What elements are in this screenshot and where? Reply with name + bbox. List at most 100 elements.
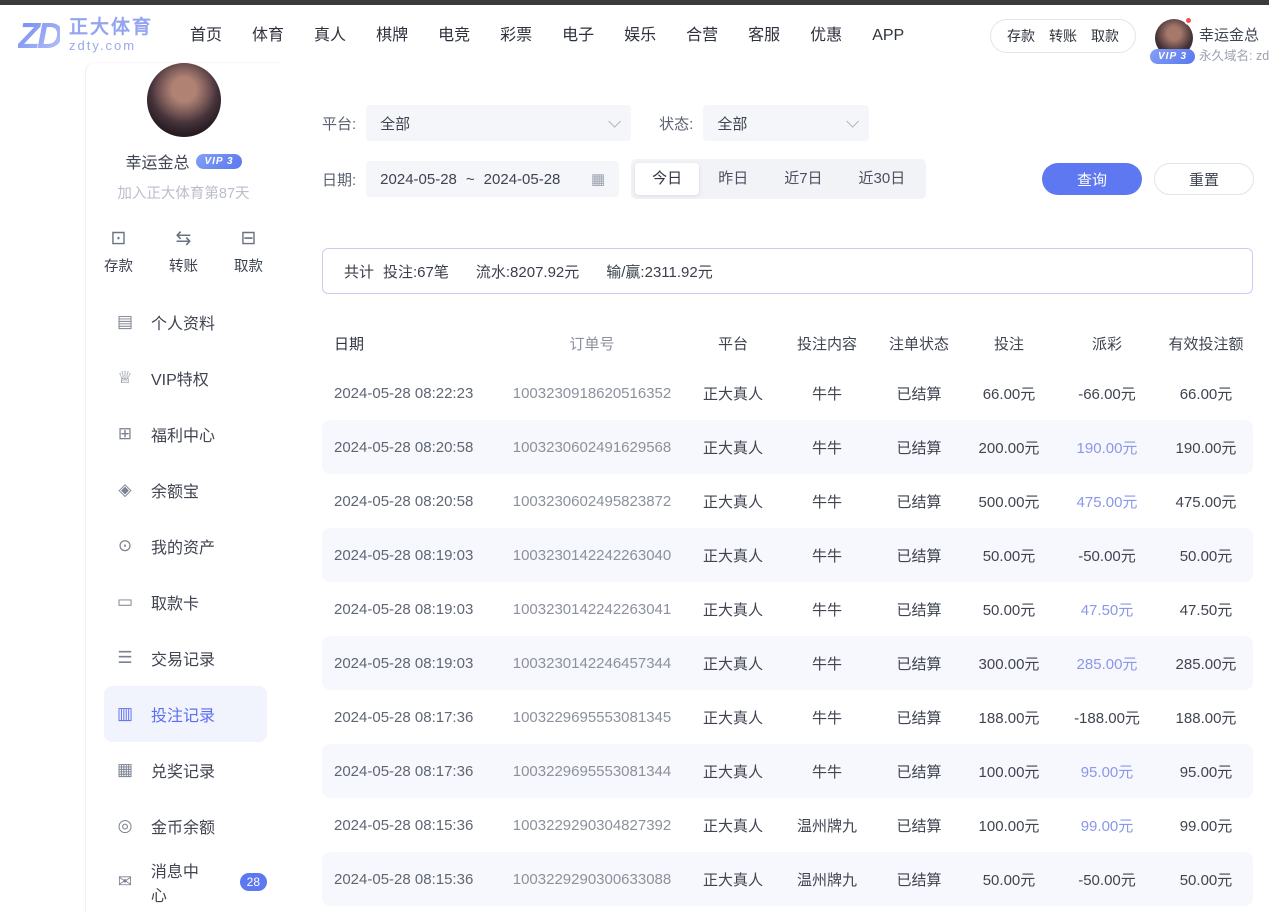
calendar-icon: ▦	[591, 170, 605, 188]
nav-item[interactable]: 首页	[175, 5, 237, 67]
nav-item[interactable]: 优惠	[795, 5, 857, 67]
notification-dot-icon	[1184, 16, 1193, 25]
cell-order: 1003229290300633088	[497, 871, 687, 888]
sidebar-menu-item[interactable]: ▭ 取款卡	[104, 574, 267, 630]
nav-item[interactable]: 客服	[733, 5, 795, 67]
nav-item[interactable]: 电竞	[423, 5, 485, 67]
cell-content: 温州牌九	[779, 815, 875, 836]
sidebar-menu-item[interactable]: ⊞ 福利中心	[104, 406, 267, 462]
sidebar-menu-item[interactable]: ✉ 消息中心 28	[104, 854, 267, 910]
header-user[interactable]: VIP 3 幸运金总总 永久域名: zdty	[1150, 18, 1269, 66]
date-range-tab[interactable]: 昨日	[701, 163, 765, 195]
sidebar-menu-item[interactable]: ☰ 交易记录	[104, 630, 267, 686]
mail-icon: ✉	[114, 872, 136, 892]
unread-count-badge: 28	[240, 873, 267, 891]
summary-prefix: 共计	[344, 261, 374, 282]
sidebar-menu-label: 个人资料	[151, 310, 215, 334]
col-bet: 投注	[963, 333, 1055, 354]
date-to: 2024-05-28	[484, 171, 561, 188]
sidebar-menu-item[interactable]: ▥ 投注记录	[104, 686, 267, 742]
user-name: 幸运金总总	[1199, 24, 1269, 45]
quick-actions: ⊡ 存款 ⇆ 转账 ⊟ 取款	[86, 228, 281, 276]
status-select[interactable]: 全部	[703, 105, 869, 141]
platform-select[interactable]: 全部	[366, 105, 631, 141]
cell-valid: 50.00元	[1159, 869, 1253, 890]
cell-content: 牛牛	[779, 383, 875, 404]
sidebar-menu-item[interactable]: ▦ 兑奖记录	[104, 742, 267, 798]
cell-date: 2024-05-28 08:19:03	[322, 655, 497, 672]
sidebar-menu-item[interactable]: ♕ VIP特权	[104, 350, 267, 406]
cell-bet: 50.00元	[963, 869, 1055, 890]
sidebar-menu-item[interactable]: ◎ 金币余额	[104, 798, 267, 854]
money-bag-icon: ◈	[114, 480, 136, 500]
nav-item[interactable]: APP	[857, 5, 919, 67]
sidebar-menu-item[interactable]: ◈ 余额宝	[104, 462, 267, 518]
quick-action[interactable]: ⊟ 取款	[234, 228, 263, 276]
col-valid: 有效投注额	[1159, 333, 1253, 354]
nav-item[interactable]: 体育	[237, 5, 299, 67]
nav-item[interactable]: 电子	[547, 5, 609, 67]
cell-payout: 190.00元	[1055, 437, 1159, 458]
cell-bet: 300.00元	[963, 653, 1055, 674]
summary-winloss: 输/赢:2311.92元	[606, 261, 712, 282]
cell-valid: 285.00元	[1159, 653, 1253, 674]
chevron-down-icon	[608, 115, 621, 128]
table-row: 2024-05-28 08:17:36 1003229695553081344 …	[322, 744, 1253, 798]
bet-record-icon: ▥	[114, 704, 136, 724]
nav-item[interactable]: 娱乐	[609, 5, 671, 67]
cell-date: 2024-05-28 08:20:58	[322, 439, 497, 456]
cell-content: 牛牛	[779, 761, 875, 782]
cell-payout: -50.00元	[1055, 545, 1159, 566]
sidebar-menu-label: 交易记录	[151, 646, 215, 670]
cell-date: 2024-05-28 08:17:36	[322, 763, 497, 780]
quick-action-label: 存款	[104, 255, 133, 276]
nav-item[interactable]: 彩票	[485, 5, 547, 67]
reset-button[interactable]: 重置	[1154, 163, 1254, 195]
cell-order: 1003229695553081344	[497, 763, 687, 780]
nav-item[interactable]: 合营	[671, 5, 733, 67]
cell-order: 1003229695553081345	[497, 709, 687, 726]
bet-records-table: 日期 订单号 平台 投注内容 注单状态 投注 派彩 有效投注额 2024-05-…	[322, 320, 1253, 906]
table-header: 日期 订单号 平台 投注内容 注单状态 投注 派彩 有效投注额	[322, 320, 1253, 366]
site-logo[interactable]: ZD 正大体育 zdty.com	[18, 15, 153, 57]
cell-bet: 500.00元	[963, 491, 1055, 512]
cell-order: 1003230142246457344	[497, 655, 687, 672]
cell-bet: 50.00元	[963, 545, 1055, 566]
sidebar-menu-item[interactable]: ▤ 个人资料	[104, 294, 267, 350]
quick-action[interactable]: ⊡ 存款	[104, 228, 133, 276]
cell-valid: 475.00元	[1159, 491, 1253, 512]
sidebar-menu-label: 投注记录	[151, 702, 215, 726]
date-range-tab[interactable]: 近7日	[767, 163, 839, 195]
col-status: 注单状态	[875, 333, 963, 354]
cell-bet: 188.00元	[963, 707, 1055, 728]
nav-item[interactable]: 棋牌	[361, 5, 423, 67]
table-row: 2024-05-28 08:15:36 1003229290304827392 …	[322, 798, 1253, 852]
date-range-tab[interactable]: 今日	[635, 163, 699, 195]
assets-yuan-icon: ⊙	[114, 536, 136, 556]
cell-platform: 正大真人	[687, 437, 779, 458]
profile-avatar[interactable]	[147, 63, 221, 137]
page: ZD 正大体育 zdty.com 首页体育真人棋牌电竞彩票电子娱乐合营客服优惠A…	[0, 0, 1269, 913]
cell-valid: 50.00元	[1159, 545, 1253, 566]
wallet-action[interactable]: 取款	[1091, 26, 1119, 46]
nav-item[interactable]: 真人	[299, 5, 361, 67]
wallet-action[interactable]: 存款	[1007, 26, 1035, 46]
cell-status: 已结算	[875, 437, 963, 458]
quick-action[interactable]: ⇆ 转账	[169, 228, 198, 276]
table-body: 2024-05-28 08:22:23 1003230918620516352 …	[322, 366, 1253, 906]
withdraw-icon: ⊟	[241, 228, 257, 250]
cell-order: 1003230602495823872	[497, 493, 687, 510]
date-from: 2024-05-28	[380, 171, 457, 188]
cell-date: 2024-05-28 08:20:58	[322, 493, 497, 510]
wallet-action[interactable]: 转账	[1049, 26, 1077, 46]
search-button[interactable]: 查询	[1042, 163, 1142, 195]
cell-status: 已结算	[875, 761, 963, 782]
table-row: 2024-05-28 08:20:58 1003230602491629568 …	[322, 420, 1253, 474]
cell-bet: 50.00元	[963, 599, 1055, 620]
date-range-input[interactable]: 2024-05-28 ~ 2024-05-28 ▦	[366, 161, 619, 197]
date-range-tab[interactable]: 近30日	[842, 163, 923, 195]
sidebar-menu-label: 取款卡	[151, 590, 199, 614]
vip-badge: VIP 3	[196, 154, 241, 169]
sidebar-menu-label: 兑奖记录	[151, 758, 215, 782]
sidebar-menu-item[interactable]: ⊙ 我的资产	[104, 518, 267, 574]
